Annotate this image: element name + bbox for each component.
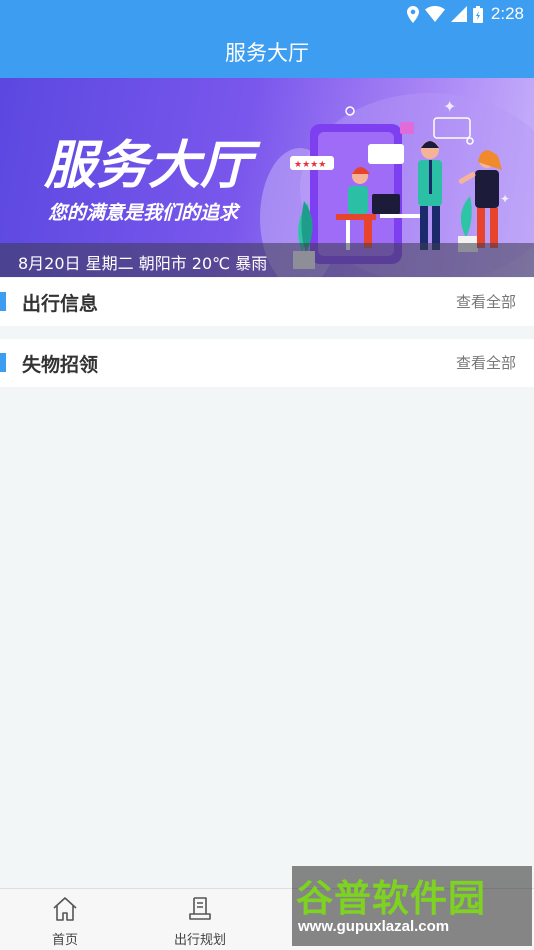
banner[interactable]: ✦ ✦ ✦ ★★★★ <box>0 78 534 277</box>
site-watermark: 谷普软件园 www.gupuxlazal.com <box>292 866 532 946</box>
status-bar: 2:28 <box>0 0 534 28</box>
svg-text:✦: ✦ <box>500 192 510 206</box>
section-travel-info: 出行信息 查看全部 <box>0 278 534 326</box>
signal-icon <box>450 6 467 22</box>
battery-icon <box>472 5 483 23</box>
page-title: 服务大厅 <box>225 41 309 65</box>
section-marker <box>0 292 6 311</box>
app-bar: 服务大厅 <box>0 28 534 78</box>
tab-label: 首页 <box>51 933 78 948</box>
tab-route-plan[interactable]: 出行规划 <box>140 895 260 948</box>
svg-text:✦: ✦ <box>443 97 456 116</box>
route-plan-icon <box>189 897 211 920</box>
watermark-url: www.gupuxlazal.com <box>298 918 450 935</box>
location-icon <box>406 5 419 23</box>
tab-label: 出行规划 <box>173 933 226 948</box>
watermark-name: 谷普软件园 <box>296 877 486 920</box>
view-all-travel-link[interactable]: 查看全部 <box>456 291 516 312</box>
wifi-icon <box>424 6 445 22</box>
status-icons: 2:28 <box>406 4 524 24</box>
view-all-lost-found-link[interactable]: 查看全部 <box>456 352 516 373</box>
section-title: 失物招领 <box>22 354 99 376</box>
banner-headline: 服务大厅 <box>43 136 261 196</box>
section-marker <box>0 353 6 372</box>
home-icon <box>53 897 77 921</box>
section-title: 出行信息 <box>22 293 99 315</box>
svg-text:★★★★: ★★★★ <box>294 160 326 170</box>
status-time: 2:28 <box>490 4 524 23</box>
tab-home[interactable]: 首页 <box>5 895 125 948</box>
weather-caption: 8月20日 星期二 朝阳市 20℃ 暴雨 <box>0 243 534 277</box>
banner-slogan: 您的满意是我们的追求 <box>48 202 241 224</box>
section-lost-found: 失物招领 查看全部 <box>0 339 534 387</box>
